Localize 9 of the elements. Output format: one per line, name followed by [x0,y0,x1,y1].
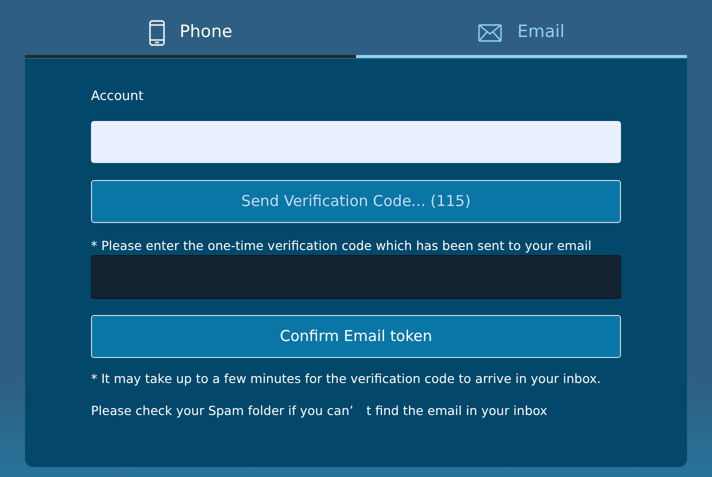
field-label: * Please enter the one-time verification code which has been sent to your email [91,237,592,254]
field-label: Account [91,88,144,105]
phone-icon [148,20,165,46]
note-text: * It may take up to a few minutes for the verification code to arrive in your inbox. [91,370,602,388]
confirm-button[interactable]: Confirm Email token [91,315,621,358]
code-field[interactable] [91,255,621,299]
note-text: Please check your Spam folder if you can’ t find the email in your inbox [91,402,548,420]
account-field[interactable] [91,121,621,163]
envelope-icon [478,24,502,42]
